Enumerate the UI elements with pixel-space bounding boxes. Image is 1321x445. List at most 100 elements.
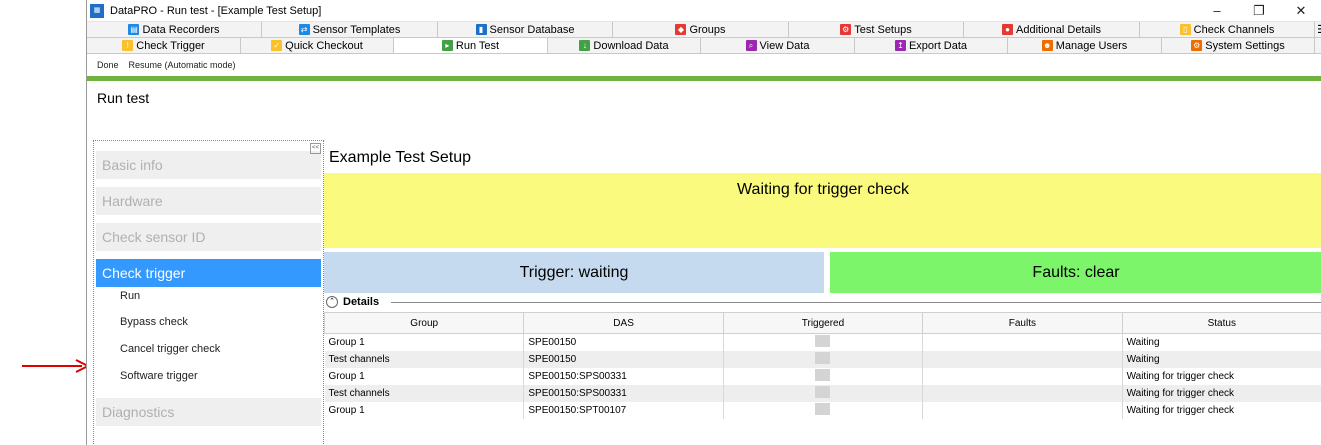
substep-run[interactable]: Run [94,287,323,309]
cell-faults [922,385,1123,402]
substep-bypass-check[interactable]: Bypass check [94,309,323,336]
table-header-row: Group DAS Triggered Faults Status [323,312,1321,334]
overflow-menu[interactable]: ☰ [1315,22,1321,37]
close-button[interactable]: ✕ [1280,3,1321,19]
cell-group: Group 1 [324,333,525,351]
page-title: Run test [97,90,150,106]
chevron-up-icon[interactable]: ⌃ [326,296,338,308]
red-arrow-annotation [22,359,91,373]
tab-row-2: ! Check Trigger ✓ Quick Checkout ▸ Run Test… [87,38,1321,54]
restore-button[interactable]: ❐ [1238,3,1280,19]
col-triggered[interactable]: Triggered [722,312,924,334]
cell-status: Waiting for trigger check [1122,368,1321,385]
cell-faults [922,402,1123,419]
hamburger-icon: ☰ [1317,23,1321,36]
tab-additional-details[interactable]: ● Additional Details [964,22,1140,37]
cell-triggered [723,333,924,351]
additional-details-icon: ● [1002,24,1013,35]
tab-row-1: ▤ Data Recorders ⇄ Sensor Templates ▮ Senso… [87,22,1321,38]
tab-view-data[interactable]: ⌕ View Data [701,38,855,53]
tab-groups[interactable]: ◆ Groups [613,22,789,37]
triggered-checkbox [815,386,831,398]
triggered-checkbox [815,369,831,381]
tab-check-channels[interactable]: ▯ Check Channels [1140,22,1315,37]
tab-download-data[interactable]: ↓ Download Data [548,38,701,53]
test-setups-icon: ⚙ [840,24,852,35]
minimize-button[interactable]: – [1196,3,1238,18]
col-das[interactable]: DAS [523,312,724,334]
table-row[interactable]: Group 1 SPE00150:SPT00107 Waiting for tr… [324,402,1321,419]
table-row[interactable]: Group 1 SPE00150:SPS00331 Waiting for tr… [324,368,1321,385]
app-window: ▦ DataPRO - Run test - [Example Test Set… [86,0,1321,445]
tab-run-test[interactable]: ▸ Run Test [394,38,548,53]
datapro-app-icon: ▦ [90,3,104,18]
status-row: Trigger: waiting Faults: clear [324,252,1321,293]
details-header[interactable]: ⌃ Details [324,295,1321,309]
tab-label: Download Data [593,39,669,52]
tab-check-trigger[interactable]: ! Check Trigger [87,38,241,53]
cell-faults [922,351,1123,368]
resume-link[interactable]: Resume (Automatic mode) [129,60,236,70]
table-row[interactable]: Test channels SPE00150:SPS00331 Waiting … [324,385,1321,402]
cell-faults [922,333,1123,351]
tab-label: Sensor Templates [312,23,401,36]
triggered-checkbox [815,352,831,364]
action-bar: Done Resume (Automatic mode) [87,54,1321,76]
main-panel: Example Test Setup Waiting for trigger c… [323,140,1321,445]
tab-quick-checkout[interactable]: ✓ Quick Checkout [241,38,394,53]
tab-label: Quick Checkout [285,39,363,52]
cell-status: Waiting [1122,351,1321,368]
sensor-templates-icon: ⇄ [298,24,310,35]
step-check-sensor-id[interactable]: Check sensor ID [96,223,321,251]
tab-test-setups[interactable]: ⚙ Test Setups [789,22,964,37]
tab-sensor-templates[interactable]: ⇄ Sensor Templates [262,22,438,37]
col-faults[interactable]: Faults [922,312,1123,334]
cell-faults [922,368,1123,385]
substep-cancel-trigger-check[interactable]: Cancel trigger check [94,336,323,363]
triggered-checkbox [815,335,831,347]
step-diagnostics[interactable]: Diagnostics [96,398,321,426]
cell-status: Waiting for trigger check [1122,385,1321,402]
check-channels-icon: ▯ [1179,24,1191,35]
groups-icon: ◆ [675,24,687,35]
collapse-sidebar-button[interactable]: << [310,143,321,154]
step-hardware[interactable]: Hardware [96,187,321,215]
cell-status: Waiting for trigger check [1122,402,1321,419]
details-label: Details [343,296,380,308]
sensor-database-icon: ▮ [475,24,487,35]
cell-triggered [723,402,924,419]
tab-manage-users[interactable]: ☻ Manage Users [1008,38,1162,53]
step-basic-info[interactable]: Basic info [96,151,321,179]
tab-sensor-database[interactable]: ▮ Sensor Database [438,22,613,37]
cell-group: Test channels [324,351,525,368]
divider [391,301,1321,303]
cell-triggered [723,385,924,402]
tab-system-settings[interactable]: ⚙ System Settings [1162,38,1315,53]
tab-data-recorders[interactable]: ▤ Data Recorders [87,22,262,37]
manage-users-icon: ☻ [1041,40,1053,51]
window-title: DataPRO - Run test - [Example Test Setup… [110,4,322,17]
done-link[interactable]: Done [97,60,119,70]
trigger-status: Trigger: waiting [324,252,824,293]
tab-label: Sensor Database [489,23,575,36]
tab-label: Check Channels [1193,23,1275,36]
step-check-trigger[interactable]: Check trigger [96,259,321,287]
substep-software-trigger[interactable]: Software trigger [94,363,323,390]
tab-label: Groups [689,23,726,36]
tab-export-data[interactable]: ↥ Export Data [855,38,1008,53]
run-test-icon: ▸ [441,40,453,51]
step-sidebar: << Basic info Hardware Check sensor ID C… [93,140,324,445]
export-data-icon: ↥ [894,40,906,51]
table-row[interactable]: Group 1 SPE00150 Waiting [324,333,1321,351]
cell-status: Waiting [1122,333,1321,351]
system-settings-icon: ⚙ [1191,40,1203,51]
cell-das: SPE00150:SPS00331 [523,385,724,402]
download-data-icon: ↓ [579,40,591,51]
tab-label: View Data [759,39,810,52]
col-group[interactable]: Group [323,312,525,334]
details-table: Group DAS Triggered Faults Status Group … [323,312,1321,419]
col-status[interactable]: Status [1121,312,1321,334]
tab-label: Test Setups [854,23,912,36]
triggered-checkbox [815,403,831,415]
table-row[interactable]: Test channels SPE00150 Waiting [324,351,1321,368]
